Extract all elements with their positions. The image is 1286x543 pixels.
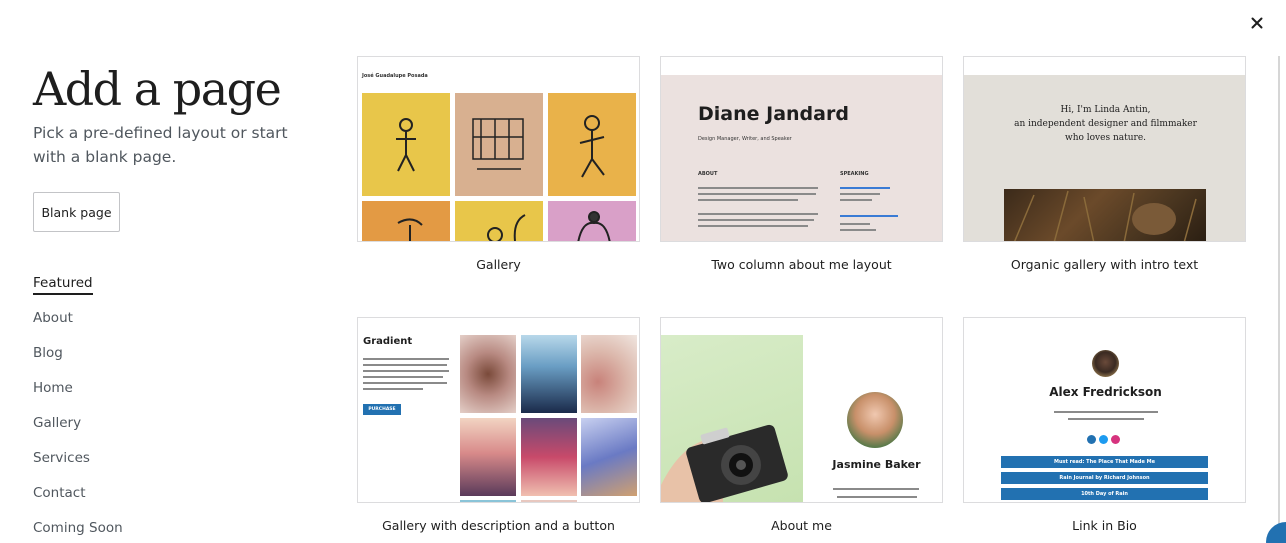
category-gallery[interactable]: Gallery xyxy=(33,412,123,447)
layout-preview[interactable]: Gradient PURCHASE xyxy=(357,317,640,503)
preview-purchase-button: PURCHASE xyxy=(363,404,401,415)
blank-page-button[interactable]: Blank page xyxy=(33,192,120,232)
preview-heading: José Guadalupe Posada xyxy=(362,73,428,79)
social-icon xyxy=(1111,435,1120,444)
sidebar: Add a page Pick a pre-defined layout or … xyxy=(33,0,323,543)
category-list: Featured About Blog Home Gallery Service… xyxy=(33,272,123,543)
gradient-tile xyxy=(521,418,577,496)
preview-heading: Gradient xyxy=(363,336,413,347)
social-icon xyxy=(1099,435,1108,444)
gradient-tile xyxy=(460,335,516,413)
artwork-tile xyxy=(455,201,543,241)
preview-intro: Hi, I'm Linda Antin, an independent desi… xyxy=(964,103,1245,145)
gradient-tile xyxy=(460,418,516,496)
layout-preview[interactable]: José Guadalupe Posada xyxy=(357,56,640,242)
category-featured[interactable]: Featured xyxy=(33,272,123,307)
category-coming-soon[interactable]: Coming Soon xyxy=(33,517,123,543)
social-icons xyxy=(1087,435,1124,445)
avatar xyxy=(847,392,903,448)
preview-subheading: Design Manager, Writer, and Speaker xyxy=(698,136,792,142)
page-subtitle: Pick a pre-defined layout or start with … xyxy=(33,124,288,166)
close-icon xyxy=(1251,17,1263,29)
preview-column-heading: ABOUT xyxy=(698,171,718,177)
preview-heading: Diane Jandard xyxy=(698,103,849,125)
layout-caption: About me xyxy=(771,518,832,533)
category-about[interactable]: About xyxy=(33,307,123,342)
layout-preview[interactable]: Jasmine Baker xyxy=(660,317,943,503)
layout-preview[interactable]: Diane Jandard Design Manager, Writer, an… xyxy=(660,56,943,242)
preview-intro-line: who loves nature. xyxy=(1064,133,1147,143)
close-button[interactable] xyxy=(1248,14,1266,32)
preview-link-button: Rain Journal by Richard Johnson xyxy=(1001,472,1208,484)
category-label: Gallery xyxy=(33,415,82,431)
page-title: Add a page xyxy=(33,62,282,116)
preview-column-heading: SPEAKING xyxy=(840,171,869,177)
gradient-tile xyxy=(521,335,577,413)
layout-caption: Gallery with description and a button xyxy=(382,518,615,533)
preview-intro-line: an independent designer and filmmaker xyxy=(1014,119,1197,129)
preview-text-lines xyxy=(1054,411,1158,420)
gradient-tile xyxy=(521,500,577,502)
camera-illustration xyxy=(661,424,788,502)
category-label: Contact xyxy=(33,485,86,501)
category-label: Home xyxy=(33,380,73,396)
avatar xyxy=(1092,350,1119,377)
preview-heading: Alex Fredrickson xyxy=(1049,385,1162,399)
artwork-tile xyxy=(548,93,636,196)
gradient-tile xyxy=(460,500,516,502)
preview-link-button: 10th Day of Rain xyxy=(1001,488,1208,500)
category-label: Featured xyxy=(33,272,93,295)
category-contact[interactable]: Contact xyxy=(33,482,123,517)
artwork-tile xyxy=(548,201,636,241)
preview-text-lines xyxy=(833,488,919,498)
preview-heading: Jasmine Baker xyxy=(832,458,921,471)
preview-text-lines xyxy=(363,358,449,390)
layout-caption: Gallery xyxy=(476,257,521,272)
category-label: Coming Soon xyxy=(33,520,123,536)
preview-text-lines xyxy=(698,187,898,231)
help-button[interactable] xyxy=(1266,522,1286,543)
preview-link-button: Must read: The Place That Made Me xyxy=(1001,456,1208,468)
camera-photo xyxy=(661,335,803,502)
category-label: About xyxy=(33,310,73,326)
artwork-tile xyxy=(362,93,450,196)
gradient-tile xyxy=(581,335,637,413)
nature-photo xyxy=(1004,189,1206,241)
artwork-tile xyxy=(455,93,543,196)
preview-intro-line: Hi, I'm Linda Antin, xyxy=(1060,105,1151,115)
category-services[interactable]: Services xyxy=(33,447,123,482)
social-icon xyxy=(1087,435,1096,444)
layout-preview[interactable]: Hi, I'm Linda Antin, an independent desi… xyxy=(963,56,1246,242)
layout-caption: Organic gallery with intro text xyxy=(1010,257,1199,272)
scrollbar[interactable] xyxy=(1278,56,1284,536)
category-label: Services xyxy=(33,450,90,466)
category-home[interactable]: Home xyxy=(33,377,123,412)
artwork-tile xyxy=(362,201,450,241)
layout-caption: Two column about me layout xyxy=(711,257,892,272)
category-label: Blog xyxy=(33,345,63,361)
layout-preview[interactable]: Alex Fredrickson Must read: The Place Th… xyxy=(963,317,1246,503)
category-blog[interactable]: Blog xyxy=(33,342,123,377)
layout-caption: Link in Bio xyxy=(1072,518,1137,533)
gradient-tile xyxy=(581,418,637,496)
